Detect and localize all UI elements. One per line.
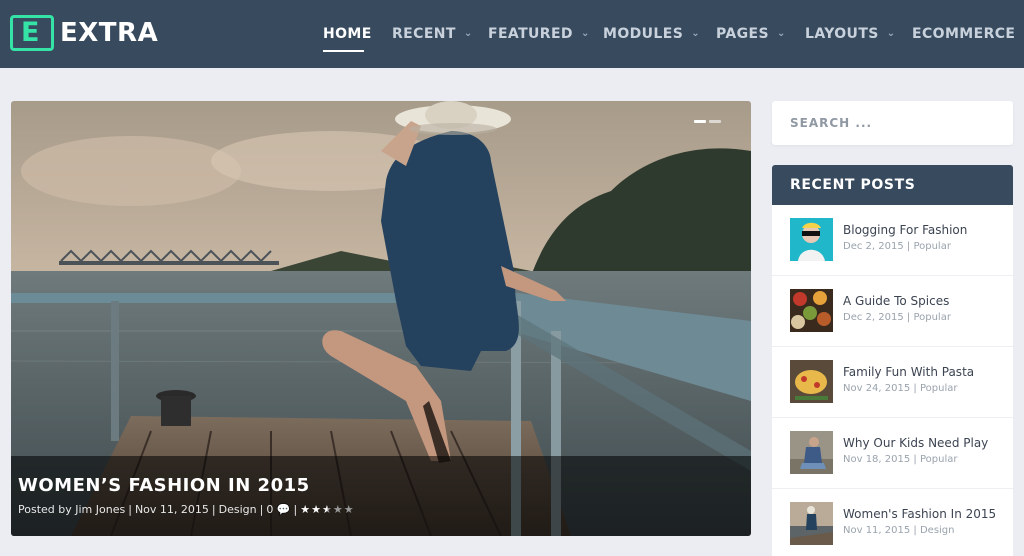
slider-dot[interactable] xyxy=(694,120,706,123)
nav-item-modules[interactable]: MODULES ⌄ xyxy=(603,26,700,42)
chevron-down-icon: ⌄ xyxy=(776,28,786,39)
post-thumbnail[interactable] xyxy=(790,289,833,332)
hero-comment-count[interactable]: 0 xyxy=(266,503,273,516)
chevron-down-icon: ⌄ xyxy=(691,28,700,39)
slider-pagination[interactable] xyxy=(694,120,721,123)
post-title[interactable]: Women's Fashion In 2015 xyxy=(843,507,996,521)
post-meta: Nov 24, 2015 | Popular xyxy=(843,383,958,394)
nav-item-ecommerce[interactable]: ECOMMERCE xyxy=(912,26,1015,42)
logo-text: EXTRA xyxy=(60,18,159,48)
hero-date: Nov 11, 2015 xyxy=(134,503,209,516)
star-empty-icon: ★ xyxy=(332,503,344,516)
list-item[interactable]: Women's Fashion In 2015 Nov 11, 2015 | D… xyxy=(772,489,1013,556)
star-full-icon: ★ xyxy=(300,503,312,516)
hero-author[interactable]: Posted by Jim Jones xyxy=(18,503,125,516)
nav-item-layouts[interactable]: LAYOUTS ⌄ xyxy=(805,26,896,42)
hero-title[interactable]: WOMEN’S FASHION IN 2015 xyxy=(18,475,310,496)
nav-item-home[interactable]: HOME xyxy=(323,26,372,42)
star-full-icon: ★ xyxy=(311,503,322,516)
nav-item-pages[interactable]: PAGES ⌄ xyxy=(716,26,786,42)
comment-icon: 💬 xyxy=(276,503,291,516)
chevron-down-icon: ⌄ xyxy=(580,28,590,39)
list-item[interactable]: Family Fun With Pasta Nov 24, 2015 | Pop… xyxy=(772,347,1013,418)
post-title[interactable]: Why Our Kids Need Play xyxy=(843,436,988,450)
post-meta: Dec 2, 2015 | Popular xyxy=(843,241,951,252)
post-meta: Nov 18, 2015 | Popular xyxy=(843,454,958,465)
chevron-down-icon: ⌄ xyxy=(463,28,473,39)
star-half-icon: ★ xyxy=(321,503,333,516)
search-input[interactable] xyxy=(772,101,1013,145)
post-thumbnail[interactable] xyxy=(790,218,833,261)
post-title[interactable]: Blogging For Fashion xyxy=(843,223,967,237)
list-item[interactable]: A Guide To Spices Dec 2, 2015 | Popular xyxy=(772,276,1013,347)
list-item[interactable]: Blogging For Fashion Dec 2, 2015 | Popul… xyxy=(772,205,1013,276)
rating-stars: ★★★★★ xyxy=(300,503,354,516)
search-box xyxy=(772,101,1013,145)
recent-posts-heading: RECENT POSTS xyxy=(772,165,1013,205)
hero-meta: Posted by Jim Jones | Nov 11, 2015 | Design |… xyxy=(18,503,355,516)
site-header: E EXTRA HOME RECENT ⌄ FEATURED ⌄ MODULES ⌄ … xyxy=(0,0,1024,68)
slider-dot[interactable] xyxy=(709,120,721,123)
post-meta: Dec 2, 2015 | Popular xyxy=(843,312,951,323)
hero-caption-overlay xyxy=(11,456,751,536)
list-item[interactable]: Why Our Kids Need Play Nov 18, 2015 | Po… xyxy=(772,418,1013,489)
star-empty-icon: ★ xyxy=(343,503,355,516)
site-logo[interactable]: E EXTRA xyxy=(10,15,158,51)
post-thumbnail[interactable] xyxy=(790,360,833,403)
hero-category[interactable]: Design xyxy=(219,503,257,516)
recent-posts-widget: RECENT POSTS Blogging For Fashion Dec 2,… xyxy=(772,165,1013,556)
featured-post-slide[interactable] xyxy=(11,101,751,536)
post-thumbnail[interactable] xyxy=(790,502,833,545)
post-title[interactable]: A Guide To Spices xyxy=(843,294,949,308)
chevron-down-icon: ⌄ xyxy=(886,28,896,39)
post-thumbnail[interactable] xyxy=(790,431,833,474)
post-title[interactable]: Family Fun With Pasta xyxy=(843,365,974,379)
post-meta: Nov 11, 2015 | Design xyxy=(843,525,955,536)
nav-item-featured[interactable]: FEATURED ⌄ xyxy=(488,26,590,42)
logo-mark-icon: E xyxy=(10,15,54,51)
nav-active-indicator xyxy=(323,50,364,52)
nav-item-recent[interactable]: RECENT ⌄ xyxy=(392,26,473,42)
